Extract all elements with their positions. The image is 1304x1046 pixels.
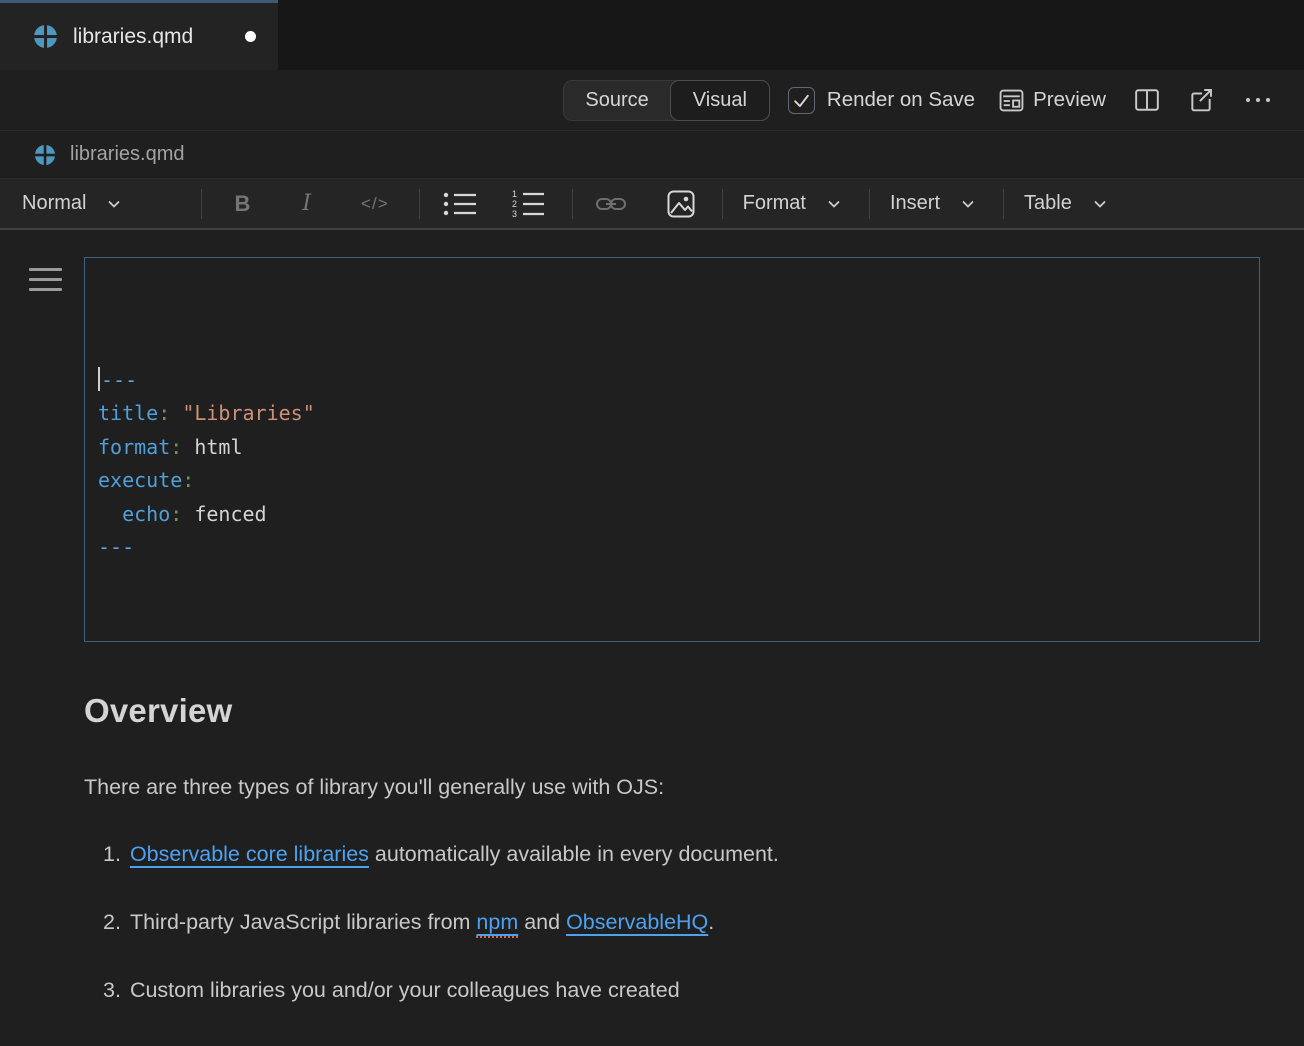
toolbar-separator [201, 189, 202, 219]
intro-paragraph: There are three types of library you'll … [84, 772, 1260, 802]
svg-text:3: 3 [512, 209, 517, 219]
drag-handle-icon[interactable] [29, 268, 62, 291]
toolbar-separator [419, 189, 420, 219]
toolbar-separator [572, 189, 573, 219]
toolbar-separator [1003, 189, 1004, 219]
code-button[interactable]: </> [361, 194, 389, 214]
bullet-list-icon [442, 189, 478, 219]
source-visual-toggle: Source Visual [563, 80, 770, 121]
open-external-icon [1188, 87, 1214, 113]
quarto-icon [34, 144, 56, 166]
paragraph-style-dropdown[interactable]: Normal [22, 192, 86, 215]
checkbox-check-icon [792, 91, 811, 110]
yaml-code[interactable]: ---title: "Libraries"format: htmlexecute… [98, 364, 1245, 565]
render-on-save-checkbox[interactable] [788, 87, 815, 114]
insert-dropdown[interactable]: Insert [890, 192, 940, 215]
italic-button[interactable]: I [302, 191, 311, 216]
chevron-down-icon[interactable] [959, 195, 977, 213]
split-editor-icon [1134, 87, 1160, 113]
preview-button[interactable]: Preview [999, 88, 1106, 113]
chevron-down-icon[interactable] [825, 195, 843, 213]
numbered-list-icon: 1 2 3 [510, 188, 546, 220]
breadcrumb: libraries.qmd [0, 130, 1304, 178]
preview-icon [999, 88, 1024, 113]
doc-link[interactable]: ObservableHQ [566, 910, 708, 934]
body-paragraph: In this document we'll provide a high-le… [84, 1041, 1260, 1046]
editor-action-bar: Source Visual Render on Save Preview [0, 70, 1304, 130]
split-editor-button[interactable] [1134, 87, 1160, 113]
toolbar-separator [869, 189, 870, 219]
source-mode-button[interactable]: Source [564, 89, 669, 112]
image-icon [667, 190, 695, 218]
modified-dot[interactable] [245, 31, 256, 42]
link-button[interactable] [595, 189, 627, 219]
bullet-list-button[interactable] [442, 189, 478, 219]
tab-title: libraries.qmd [73, 25, 245, 49]
svg-text:1: 1 [512, 189, 517, 199]
visual-mode-button[interactable]: Visual [670, 80, 770, 121]
svg-text:2: 2 [512, 199, 517, 209]
render-on-save-label[interactable]: Render on Save [827, 88, 975, 112]
table-dropdown[interactable]: Table [1024, 192, 1072, 215]
quarto-icon [33, 24, 58, 49]
bold-button[interactable]: B [234, 191, 250, 217]
chevron-down-icon[interactable] [105, 195, 123, 213]
heading-overview: Overview [84, 692, 1260, 730]
breadcrumb-file[interactable]: libraries.qmd [70, 143, 184, 166]
toolbar-separator [722, 189, 723, 219]
image-button[interactable] [667, 190, 695, 218]
ordered-list: 1.Observable core libraries automaticall… [84, 842, 1260, 1003]
more-actions-button[interactable] [1244, 94, 1272, 106]
preview-label: Preview [1033, 88, 1106, 112]
text-cursor [98, 367, 100, 391]
tab-bar: libraries.qmd [0, 0, 1304, 70]
list-item: 1.Observable core libraries automaticall… [84, 842, 1260, 867]
formatting-toolbar: Normal B I </> 1 2 3 [0, 178, 1304, 230]
visual-editor-canvas[interactable]: ---title: "Libraries"format: htmlexecute… [0, 230, 1304, 1046]
chevron-down-icon[interactable] [1091, 195, 1109, 213]
more-actions-icon [1246, 98, 1250, 102]
list-item: 2.Third-party JavaScript libraries from … [84, 910, 1260, 935]
link-icon [595, 189, 627, 219]
yaml-front-matter-block[interactable]: ---title: "Libraries"format: htmlexecute… [84, 257, 1260, 642]
open-external-button[interactable] [1188, 87, 1214, 113]
format-dropdown[interactable]: Format [743, 192, 806, 215]
list-item: 3.Custom libraries you and/or your colle… [84, 978, 1260, 1003]
doc-link[interactable]: npm [476, 910, 518, 938]
editor-window: libraries.qmd Source Visual Render on Sa… [0, 0, 1304, 1046]
doc-link[interactable]: Observable core libraries [130, 842, 369, 866]
tab-libraries-qmd[interactable]: libraries.qmd [0, 0, 278, 70]
numbered-list-button[interactable]: 1 2 3 [510, 188, 546, 220]
